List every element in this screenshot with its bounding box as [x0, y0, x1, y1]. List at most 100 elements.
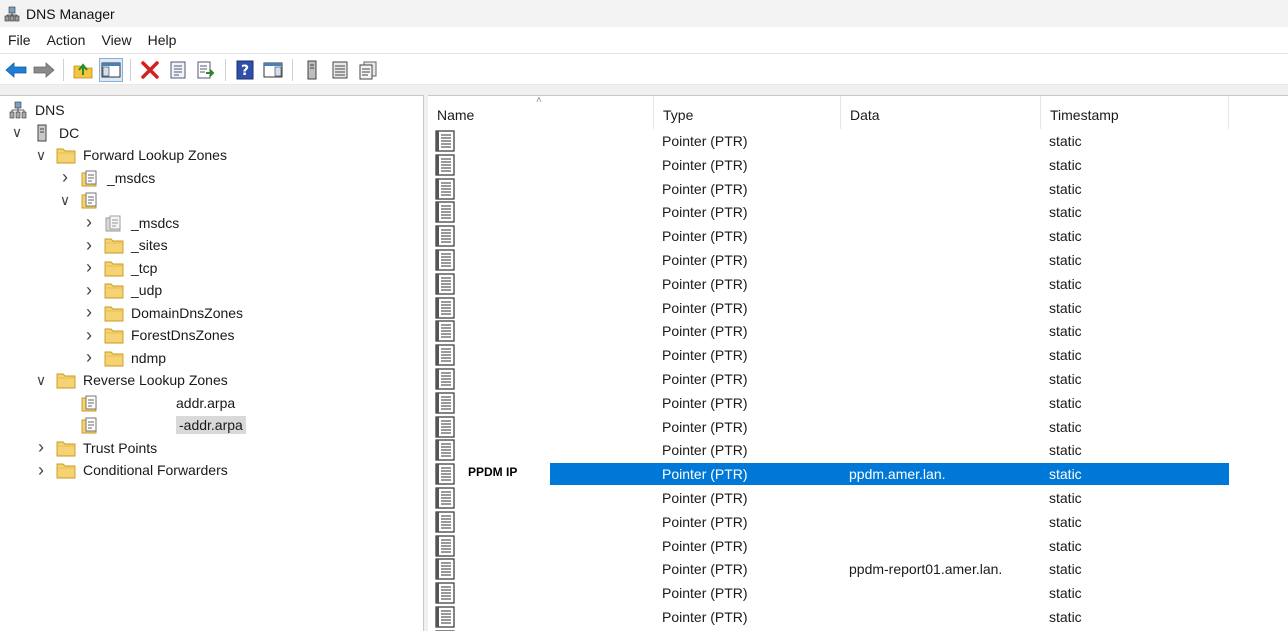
chevron-right-icon[interactable]: › — [82, 325, 96, 345]
record-row[interactable]: Pointer (PTR) static — [428, 391, 1288, 415]
tree-item-label: _udp — [131, 282, 163, 298]
properties-button[interactable] — [166, 58, 190, 82]
tree-item-msdcs[interactable]: › _msdcs — [58, 167, 155, 189]
record-row[interactable]: Pointer (PTR) static — [428, 319, 1288, 343]
chevron-right-icon[interactable]: › — [82, 235, 96, 255]
record-row[interactable]: Pointer (PTR) static — [428, 200, 1288, 224]
record-row[interactable]: Pointer (PTR) static — [428, 415, 1288, 439]
tree-item-icon — [56, 146, 76, 164]
tree-item-zone[interactable]: ∨ — [58, 189, 107, 211]
tree-item-addr-arpa[interactable]: -addr.arpa — [58, 414, 246, 436]
tree-item-msdcs[interactable]: › _msdcs — [82, 212, 179, 234]
records-list[interactable]: Name ˄ Type Data Timestamp Pointer (PTR)… — [428, 95, 1288, 631]
record-row[interactable]: PPDM IP Pointer (PTR) ppdm.amer.lan. static — [428, 462, 1288, 486]
record-icon — [435, 344, 455, 366]
record-row[interactable]: Pointer (PTR) static — [428, 272, 1288, 296]
record-row[interactable]: Pointer (PTR) static — [428, 438, 1288, 462]
record-type: Pointer (PTR) — [662, 252, 748, 268]
tree-item-icon — [80, 416, 100, 434]
show-hide-console-tree-button[interactable] — [99, 57, 123, 82]
delete-button[interactable] — [138, 58, 162, 82]
tree-item-trust-points[interactable]: › Trust Points — [34, 437, 157, 459]
record-row[interactable]: Pointer (PTR) static — [428, 343, 1288, 367]
record-icon-wrap — [434, 558, 456, 580]
toolbar-separator — [130, 58, 131, 81]
tree-item-dc[interactable]: ∨ DC — [10, 122, 79, 144]
record-icon-wrap — [434, 154, 456, 176]
chevron-right-icon[interactable]: › — [82, 212, 96, 232]
chevron-down-icon[interactable]: ∨ — [34, 372, 48, 388]
record-icon-wrap — [434, 177, 456, 200]
record-icon-wrap — [434, 582, 456, 604]
tree-item-ndmp[interactable]: › ndmp — [82, 347, 166, 369]
export-list-button[interactable] — [194, 58, 218, 82]
menu-view[interactable]: View — [93, 27, 139, 54]
tree-item-tcp[interactable]: › _tcp — [82, 257, 157, 279]
record-row[interactable]: Pointer (PTR) static — [428, 296, 1288, 320]
list-view-button[interactable] — [328, 58, 352, 82]
menu-file[interactable]: File — [0, 27, 39, 54]
chevron-right-icon[interactable]: › — [82, 280, 96, 300]
show-action-pane-button[interactable] — [261, 58, 285, 82]
show-action-pane-icon — [263, 62, 283, 77]
up-one-level-button[interactable] — [71, 58, 95, 82]
record-row[interactable]: Pointer (PTR) static — [428, 153, 1288, 177]
record-row[interactable]: Pointer (PTR) static — [428, 486, 1288, 510]
chevron-right-icon[interactable]: › — [82, 257, 96, 277]
folder-icon — [104, 238, 124, 254]
back-button[interactable] — [4, 58, 28, 82]
tree-item-label: DC — [59, 124, 80, 141]
column-header-type[interactable]: Type — [654, 96, 841, 129]
record-row[interactable]: Pointer (PTR) static — [428, 581, 1288, 605]
forward-button[interactable] — [32, 58, 56, 82]
tree-item-addr-arpa[interactable]: addr.arpa — [58, 392, 235, 414]
record-row[interactable]: Pointer (PTR) static — [428, 129, 1288, 153]
tree-item-domaindnszones[interactable]: › DomainDnsZones — [82, 302, 243, 324]
copy-records-button[interactable] — [356, 58, 380, 82]
column-header-name-label: Name — [437, 107, 475, 123]
folder-icon — [104, 261, 124, 276]
chevron-down-icon[interactable]: ∨ — [10, 124, 24, 140]
record-icon — [435, 154, 455, 176]
chevron-right-icon[interactable]: › — [82, 302, 96, 322]
tree-item-icon — [8, 101, 28, 119]
tree-item-dns[interactable]: DNS — [8, 99, 65, 121]
record-icon — [435, 606, 455, 628]
tree-item-forestdnszones[interactable]: › ForestDnsZones — [82, 324, 234, 346]
tree-item-sites[interactable]: › _sites — [82, 234, 168, 256]
export-list-icon — [197, 61, 215, 78]
server-button[interactable] — [300, 58, 324, 82]
chevron-down-icon[interactable]: ∨ — [58, 192, 72, 208]
chevron-right-icon[interactable]: › — [58, 167, 72, 187]
column-header-timestamp[interactable]: Timestamp — [1041, 96, 1229, 129]
record-row[interactable]: Pointer (PTR) static — [428, 224, 1288, 248]
chevron-right-icon[interactable]: › — [34, 460, 48, 480]
menu-help[interactable]: Help — [140, 27, 185, 54]
help-button[interactable]: ? — [233, 58, 257, 82]
chevron-right-icon[interactable]: › — [82, 347, 96, 367]
record-type: Pointer (PTR) — [662, 371, 748, 387]
row-highlight — [550, 225, 1229, 247]
record-row[interactable]: Pointer (PTR) static — [428, 367, 1288, 391]
tree-item-conditional-forwarders[interactable]: › Conditional Forwarders — [34, 459, 228, 481]
record-row[interactable]: Pointer (PTR) static — [428, 605, 1288, 629]
menu-action[interactable]: Action — [39, 27, 94, 54]
chevron-right-icon[interactable]: › — [34, 437, 48, 457]
record-row[interactable]: Pointer (PTR) static — [428, 248, 1288, 272]
tree-item-udp[interactable]: › _udp — [82, 279, 162, 301]
title-bar: DNS Manager — [0, 0, 1288, 27]
record-name: PPDM IP — [468, 465, 518, 480]
column-header-name[interactable]: Name ˄ — [428, 96, 654, 129]
record-row[interactable]: Pointer (PTR) ppdm-report01.amer.lan. stat… — [428, 557, 1288, 581]
console-tree[interactable]: DNS ∨ DC ∨ Forward Lookup Zones › _msdcs ∨ › _msd… — [0, 95, 424, 631]
chevron-down-icon[interactable]: ∨ — [34, 147, 48, 163]
record-type: Pointer (PTR) — [662, 513, 748, 530]
tree-item-reverse-lookup-zones[interactable]: ∨ Reverse Lookup Zones — [34, 369, 228, 391]
tree-item-forward-lookup-zones[interactable]: ∨ Forward Lookup Zones — [34, 144, 227, 166]
tree-item-icon — [104, 349, 124, 367]
column-header-data[interactable]: Data — [841, 96, 1041, 129]
tree-item-label: Forward Lookup Zones — [83, 147, 227, 163]
record-row[interactable]: Pointer (PTR) static — [428, 510, 1288, 534]
record-row[interactable]: Pointer (PTR) static — [428, 177, 1288, 201]
record-row[interactable]: Pointer (PTR) static — [428, 534, 1288, 558]
